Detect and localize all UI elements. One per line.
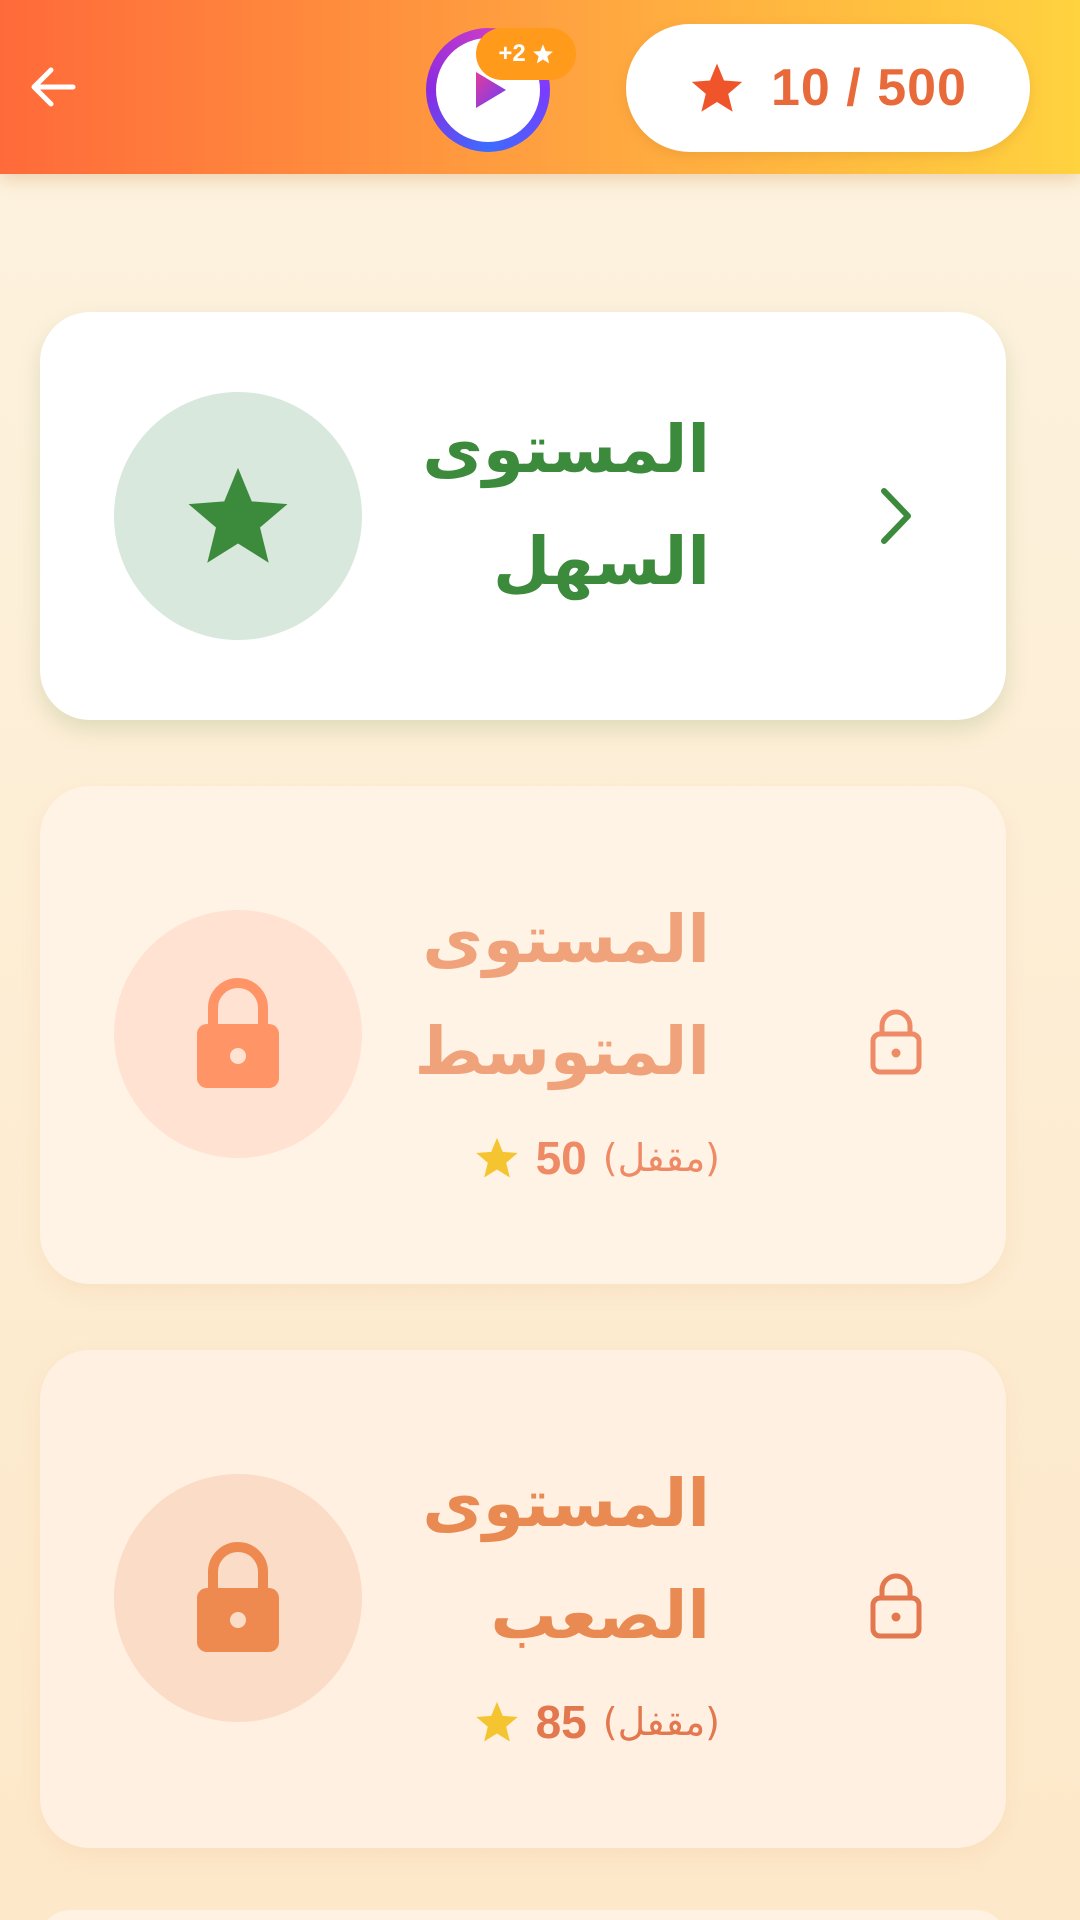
level-card-next[interactable] (40, 1910, 1006, 1920)
level-card-easy[interactable]: المستوى السهل (40, 312, 1006, 720)
lock-icon (866, 1000, 926, 1080)
level-card-medium[interactable]: المستوى المتوسط 50 (مقفل) (40, 786, 1006, 1284)
star-icon (475, 1137, 518, 1178)
reward-badge-text: +2 (498, 40, 526, 67)
locked-label: (مقفل) (602, 1700, 720, 1744)
unlock-requirement: 50 (مقفل) (474, 1128, 720, 1188)
back-button[interactable] (22, 56, 84, 118)
star-icon (188, 467, 288, 563)
level-title: المستوى السهل (422, 411, 710, 600)
level-title: المستوى الصعب (422, 1465, 710, 1654)
level-icon-circle (114, 392, 362, 640)
required-stars: 85 (535, 1696, 587, 1748)
required-stars: 50 (535, 1132, 587, 1184)
score-text: 10 / 500 (771, 59, 967, 117)
star-icon (475, 1701, 518, 1742)
lock-icon (197, 978, 279, 1088)
level-icon-circle (114, 910, 362, 1158)
star-icon (691, 63, 743, 112)
score-counter: 10 / 500 (626, 24, 1030, 152)
star-icon (532, 44, 553, 64)
top-app-bar: +2 10 / 500 (0, 0, 1080, 174)
reward-badge: +2 (476, 28, 576, 80)
level-card-hard[interactable]: المستوى الصعب 85 (مقفل) (40, 1350, 1006, 1848)
level-title: المستوى المتوسط (414, 901, 710, 1090)
arrow-left-icon (31, 67, 76, 107)
locked-label: (مقفل) (602, 1136, 720, 1180)
lock-icon (866, 1564, 926, 1644)
unlock-requirement: 85 (مقفل) (474, 1692, 720, 1752)
chevron-right-icon (866, 476, 926, 556)
level-icon-circle (114, 1474, 362, 1722)
lock-icon (197, 1542, 279, 1652)
